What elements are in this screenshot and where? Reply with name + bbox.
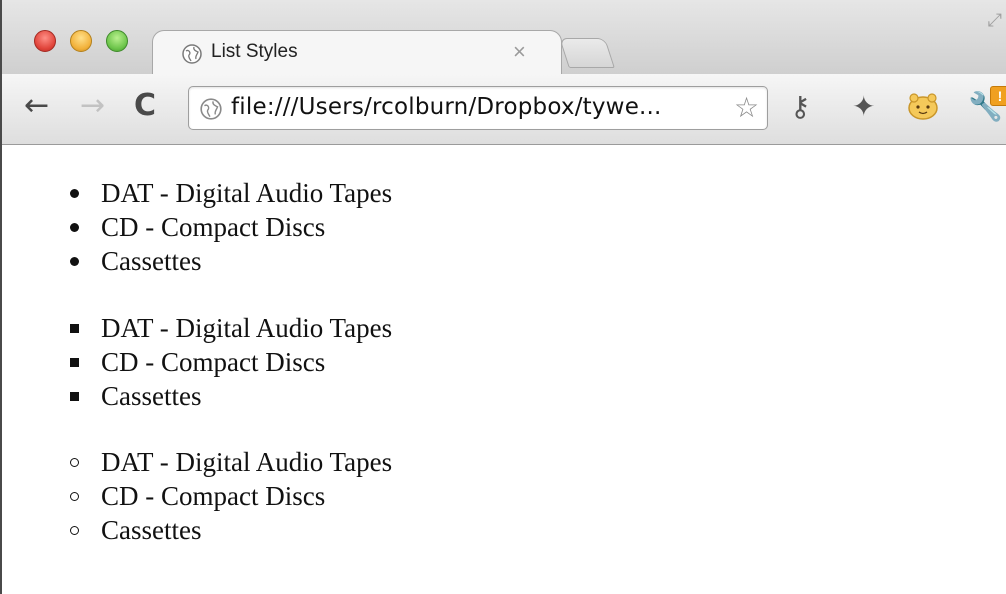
page-globe-icon bbox=[181, 43, 203, 70]
update-badge: ! bbox=[990, 86, 1006, 106]
page-content: DAT - Digital Audio Tapes CD - Compact D… bbox=[2, 145, 1006, 594]
list-item-text: CD - Compact Discs bbox=[101, 212, 326, 242]
list-item: Cassettes bbox=[68, 379, 392, 413]
forward-arrow-icon[interactable]: → bbox=[80, 88, 105, 124]
list-item-text: CD - Compact Discs bbox=[101, 481, 326, 511]
disc-bullet-icon bbox=[70, 223, 79, 232]
square-list: DAT - Digital Audio Tapes CD - Compact D… bbox=[68, 311, 392, 413]
square-bullet-icon bbox=[70, 392, 79, 401]
list-item-text: CD - Compact Discs bbox=[101, 347, 326, 377]
disc-bullet-icon bbox=[70, 257, 79, 266]
list-item: Cassettes bbox=[68, 513, 392, 547]
list-item: CD - Compact Discs bbox=[68, 210, 392, 244]
list-item-text: Cassettes bbox=[101, 381, 202, 411]
close-window-button[interactable] bbox=[34, 30, 56, 52]
circle-list: DAT - Digital Audio Tapes CD - Compact D… bbox=[68, 445, 392, 547]
new-tab-button[interactable] bbox=[559, 38, 615, 68]
tab-title: List Styles bbox=[211, 41, 298, 62]
list-item-text: Cassettes bbox=[101, 246, 202, 276]
zoom-window-button[interactable] bbox=[106, 30, 128, 52]
list-item-text: DAT - Digital Audio Tapes bbox=[101, 447, 393, 477]
pin-icon[interactable]: ✦ bbox=[852, 90, 875, 124]
url-text[interactable]: file:///Users/rcolburn/Dropbox/tywe... bbox=[231, 94, 662, 120]
close-tab-icon[interactable]: × bbox=[513, 39, 526, 65]
list-item: Cassettes bbox=[68, 244, 392, 278]
list-item: DAT - Digital Audio Tapes bbox=[68, 311, 392, 345]
disc-bullet-icon bbox=[70, 189, 79, 198]
key-icon[interactable]: ⚷ bbox=[790, 90, 811, 124]
circle-bullet-icon bbox=[70, 526, 79, 535]
circle-bullet-icon bbox=[70, 458, 79, 467]
address-bar[interactable]: file:///Users/rcolburn/Dropbox/tywe... ☆ bbox=[188, 86, 768, 130]
reload-icon[interactable]: C bbox=[134, 88, 156, 124]
square-bullet-icon bbox=[70, 358, 79, 367]
minimize-window-button[interactable] bbox=[70, 30, 92, 52]
page-info-globe-icon[interactable] bbox=[199, 97, 223, 126]
tab-list-styles[interactable]: List Styles × bbox=[152, 30, 562, 76]
browser-window: List Styles × ⤢ ← → C file:///Users/rcol… bbox=[0, 0, 1006, 594]
navigation-toolbar: ← → C file:///Users/rcolburn/Dropbox/tyw… bbox=[2, 74, 1006, 145]
circle-bullet-icon bbox=[70, 492, 79, 501]
star-icon[interactable]: ☆ bbox=[734, 91, 759, 124]
list-item: CD - Compact Discs bbox=[68, 479, 392, 513]
fullscreen-icon[interactable]: ⤢ bbox=[988, 10, 1002, 31]
disc-list: DAT - Digital Audio Tapes CD - Compact D… bbox=[68, 176, 392, 278]
list-item-text: Cassettes bbox=[101, 515, 202, 545]
back-arrow-icon[interactable]: ← bbox=[24, 88, 49, 124]
list-item-text: DAT - Digital Audio Tapes bbox=[101, 178, 393, 208]
list-item-text: DAT - Digital Audio Tapes bbox=[101, 313, 393, 343]
list-item: DAT - Digital Audio Tapes bbox=[68, 176, 392, 210]
tab-strip: List Styles × ⤢ bbox=[2, 0, 1006, 76]
list-item: CD - Compact Discs bbox=[68, 345, 392, 379]
extension-icon[interactable] bbox=[904, 89, 942, 123]
square-bullet-icon bbox=[70, 324, 79, 333]
list-item: DAT - Digital Audio Tapes bbox=[68, 445, 392, 479]
